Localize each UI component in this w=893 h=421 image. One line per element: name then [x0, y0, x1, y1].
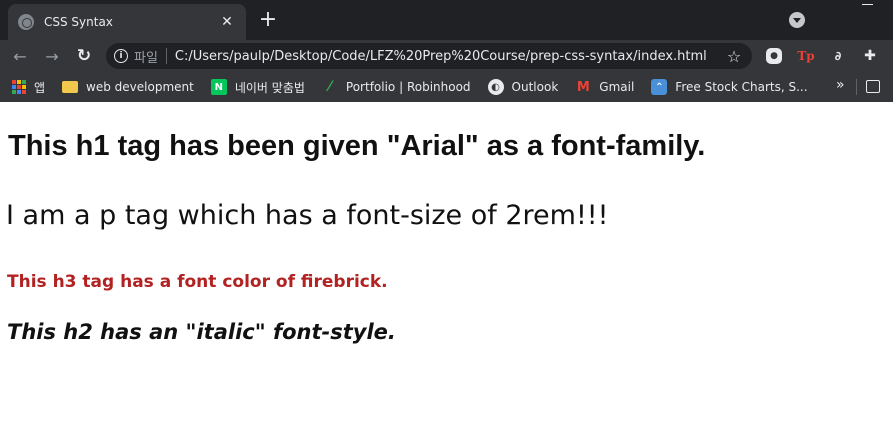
page-content: This h1 tag has been given "Arial" as a …: [0, 102, 893, 421]
bookmark-label: Outlook: [511, 80, 559, 94]
bookmark-robinhood[interactable]: ⁄ Portfolio | Robinhood: [322, 79, 471, 95]
stock-charts-icon: ⌃: [651, 79, 668, 95]
naver-icon: N: [210, 79, 227, 95]
folder-icon: [62, 81, 79, 93]
reload-icon: ↻: [76, 46, 92, 66]
globe-icon: ◐: [487, 79, 504, 95]
new-tab-button[interactable]: +: [256, 6, 280, 34]
gmail-icon: M: [576, 79, 590, 95]
tab-strip: CSS Syntax ✕ +: [0, 0, 893, 40]
heading-h3: This h3 tag has a font color of firebric…: [7, 272, 388, 292]
bookmark-label: 앱: [34, 80, 46, 95]
url-text[interactable]: C:/Users/paulp/Desktop/Code/LFZ%20Prep%2…: [175, 49, 722, 64]
bookmark-label: Gmail: [599, 80, 635, 94]
omnibox-divider: [165, 48, 167, 64]
forward-button[interactable]: →: [36, 40, 68, 72]
puzzle-extensions-icon[interactable]: ✚: [862, 48, 878, 64]
address-bar[interactable]: i 파일 C:/Users/paulp/Desktop/Code/LFZ%20P…: [106, 43, 752, 69]
globe-icon: [18, 14, 34, 30]
bookmarks-divider: [856, 79, 857, 95]
tp-extension-icon[interactable]: Tp: [797, 48, 814, 64]
ghost-extension-icon[interactable]: ●: [766, 48, 782, 64]
bookmark-label: Portfolio | Robinhood: [345, 80, 471, 94]
bookmark-label: web development: [86, 80, 194, 94]
bookmark-label: Free Stock Charts, S...: [675, 80, 808, 94]
bookmark-outlook[interactable]: ◐ Outlook: [487, 79, 559, 95]
browser-toolbar: ← → ↻ i 파일 C:/Users/paulp/Desktop/Code/L…: [0, 40, 893, 72]
chevron-double-right-icon[interactable]: »: [836, 77, 845, 93]
heading-h1: This h1 tag has been given "Arial" as a …: [8, 130, 706, 162]
feather-extension-icon[interactable]: ∂: [830, 48, 846, 64]
bookmark-naver[interactable]: N 네이버 맞춤법: [210, 79, 305, 96]
bookmark-apps[interactable]: 앱: [12, 79, 45, 96]
apps-grid-icon: [12, 80, 26, 94]
scheme-label: 파일: [134, 50, 158, 66]
back-button[interactable]: ←: [4, 40, 36, 72]
heading-h2: This h2 has an "italic" font-style.: [7, 320, 396, 344]
bookmarks-bar: 앱 web development N 네이버 맞춤법 ⁄ Portfolio …: [0, 72, 893, 102]
robinhood-leaf-icon: ⁄: [328, 79, 332, 95]
close-icon[interactable]: ✕: [218, 14, 236, 30]
tab-search-icon[interactable]: [789, 12, 805, 28]
reload-button[interactable]: ↻: [68, 40, 100, 72]
reading-list-icon[interactable]: [866, 80, 880, 93]
bookmark-gmail[interactable]: M Gmail: [575, 79, 634, 95]
info-icon[interactable]: i: [114, 49, 128, 63]
arrow-left-icon: ←: [13, 46, 27, 66]
paragraph: I am a p tag which has a font-size of 2r…: [6, 200, 609, 231]
bookmark-web-development[interactable]: web development: [62, 80, 194, 94]
bookmark-star-icon[interactable]: ☆: [722, 47, 746, 66]
minimize-icon[interactable]: [862, 4, 873, 5]
tab-css-syntax[interactable]: CSS Syntax ✕: [8, 4, 246, 40]
tab-title: CSS Syntax: [44, 15, 113, 29]
bookmark-label: 네이버 맞춤법: [234, 80, 305, 95]
arrow-right-icon: →: [45, 46, 59, 66]
bookmark-stock-charts[interactable]: ⌃ Free Stock Charts, S...: [651, 79, 808, 95]
